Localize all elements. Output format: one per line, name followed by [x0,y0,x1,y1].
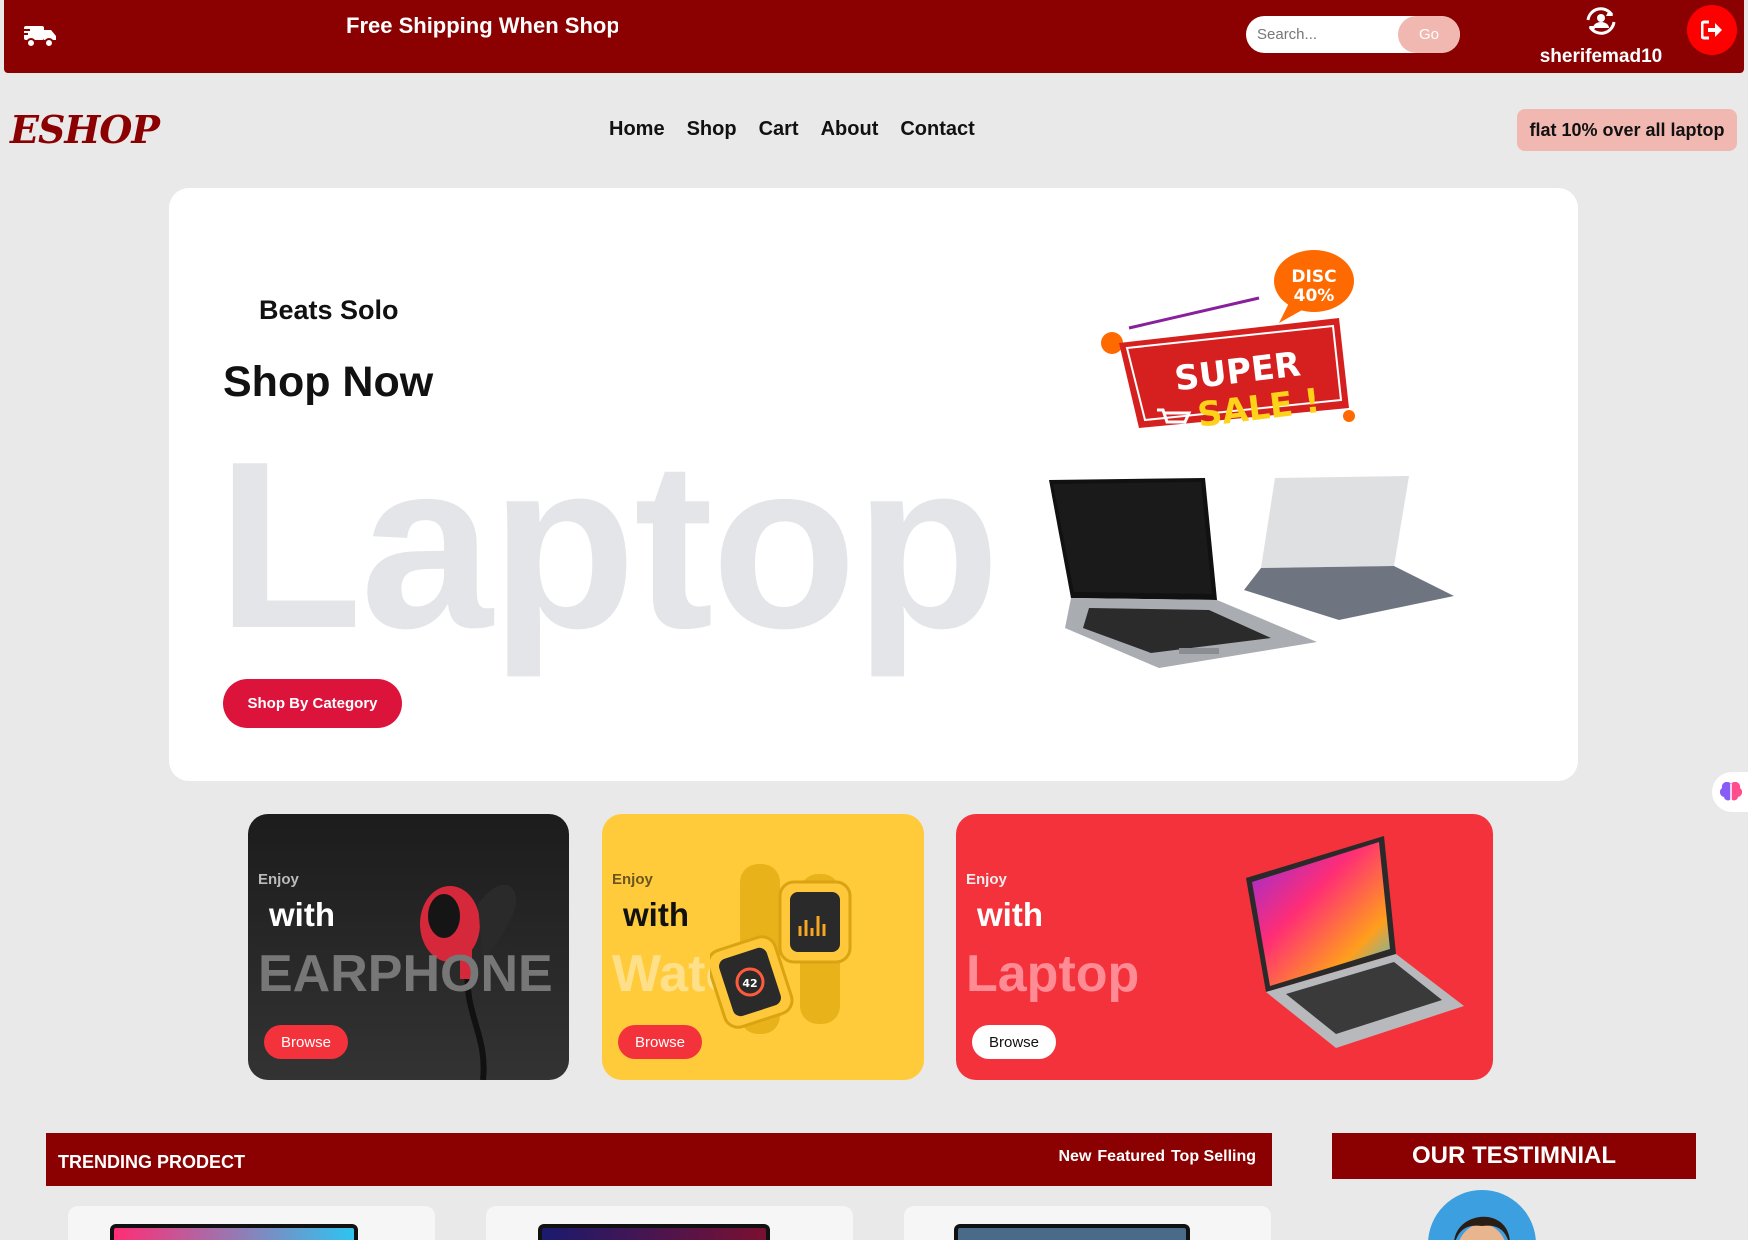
product-image [538,1224,770,1240]
hero-background-text: Laptop [217,413,1000,678]
product-card[interactable] [904,1206,1271,1240]
hero-title: Shop Now [223,358,434,406]
svg-text:42: 42 [742,977,757,990]
username-label: sherifemad10 [1539,46,1663,67]
card-enjoy-label: Enjoy [258,871,299,888]
testimonial-header: OUR TESTIMNIAL [1332,1133,1696,1179]
top-bar: Free Shipping When Shop Go sherifemad10 [4,0,1744,73]
side-tab[interactable] [1712,772,1748,812]
product-image [110,1224,358,1240]
svg-text:DISC: DISC [1291,267,1336,287]
laptop-image [1246,836,1464,1048]
logout-icon [1701,20,1722,40]
shipping-marquee: Free Shipping When Shop [346,13,618,38]
card-with-label: with [269,896,335,933]
nav-home[interactable]: Home [609,118,665,141]
hero-banner: Laptop Beats Solo Shop Now Shop By Categ… [169,188,1578,781]
tab-featured[interactable]: Featured [1097,1148,1165,1166]
card-enjoy-label: Enjoy [966,871,1007,888]
brain-icon [1720,782,1742,801]
nav-about[interactable]: About [821,118,879,141]
browse-watch-button[interactable]: Browse [618,1025,702,1059]
svg-text:40%: 40% [1294,286,1335,306]
search-box: Go [1246,16,1460,53]
product-image [954,1224,1190,1240]
browse-laptop-button[interactable]: Browse [972,1025,1056,1059]
search-go-button[interactable]: Go [1398,16,1460,53]
trending-title: TRENDING PRODECT [58,1152,246,1172]
logout-button[interactable] [1687,5,1737,55]
shop-by-category-button[interactable]: Shop By Category [223,679,402,728]
card-category-name: EARPHONE [258,945,553,1003]
tab-new[interactable]: New [1058,1148,1091,1166]
product-card[interactable] [486,1206,853,1240]
card-with-label: with [977,896,1043,933]
super-sale-laptops-image: SUPER SALE ! DISC 40% [1049,250,1454,668]
card-category-name: Laptop [966,945,1140,1003]
nav-cart[interactable]: Cart [759,118,799,141]
smartwatch-image: 42 [710,864,852,1034]
avatar [1428,1190,1536,1240]
browse-earphone-button[interactable]: Browse [264,1025,348,1059]
trending-header: TRENDING PRODECT New Featured Top Sellin… [46,1133,1272,1186]
main-nav: Home Shop Cart About Contact [609,118,975,141]
card-enjoy-label: Enjoy [612,871,653,888]
product-card[interactable] [68,1206,435,1240]
person-icon [1454,1216,1510,1240]
category-card-laptop[interactable]: Enjoy with Laptop Browse [956,814,1493,1080]
category-card-watch[interactable]: Watch 42 Enjoy with Browse [602,814,924,1080]
tab-top-selling[interactable]: Top Selling [1171,1148,1256,1166]
user-sync-icon[interactable] [1582,6,1620,36]
search-input[interactable] [1246,16,1396,53]
nav-shop[interactable]: Shop [687,118,737,141]
category-card-earphone[interactable]: Enjoy with EARPHONE Browse [248,814,569,1080]
promo-badge[interactable]: flat 10% over all laptop [1517,109,1737,151]
site-logo[interactable]: ESHOP [10,107,160,152]
card-with-label: with [623,896,689,933]
trending-tabs: New Featured Top Selling [1058,1148,1256,1166]
nav-contact[interactable]: Contact [900,118,974,141]
truck-icon [22,26,56,48]
hero-subtitle: Beats Solo [259,295,399,325]
